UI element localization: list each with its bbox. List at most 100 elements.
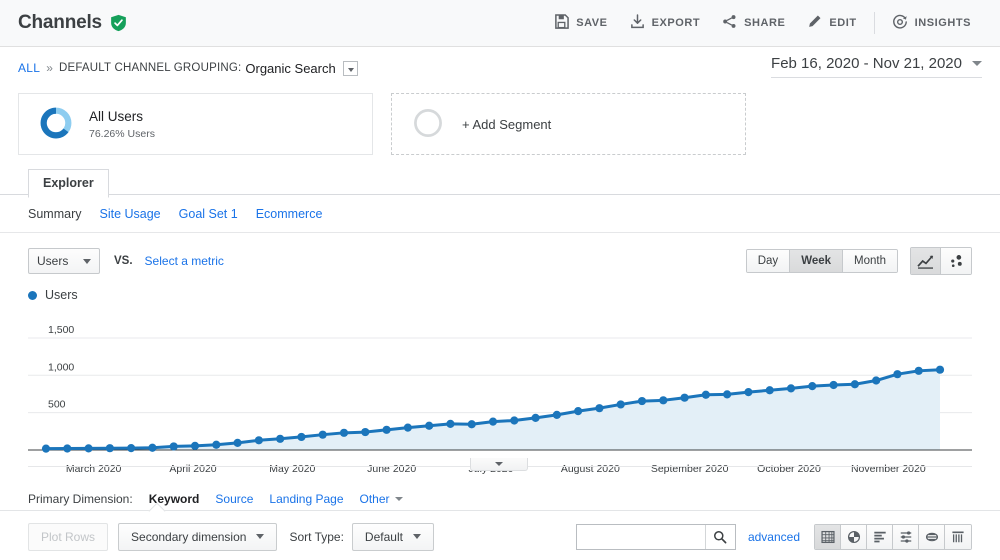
chevron-down-icon: [256, 534, 264, 539]
primary-dimension-source[interactable]: Source: [215, 492, 253, 506]
segment-name: All Users: [89, 109, 155, 125]
toolbar-divider: [874, 12, 875, 34]
chart-canvas: 500 1,000 1,500: [0, 313, 1000, 463]
legend-label: Users: [45, 288, 78, 302]
primary-dimension-landing-page[interactable]: Landing Page: [269, 492, 343, 506]
chart-right-controls: Day Week Month: [746, 247, 972, 275]
chevron-down-icon: [972, 61, 982, 66]
header-actions: SAVE EXPORT: [543, 8, 982, 39]
chart-collapse-toggle[interactable]: [470, 458, 528, 471]
segment-sub: 76.26% Users: [89, 128, 155, 140]
performance-view-icon[interactable]: [893, 525, 919, 549]
vs-label: VS.: [114, 255, 133, 267]
share-button[interactable]: SHARE: [711, 8, 796, 38]
breadcrumb-dimension-label: DEFAULT CHANNEL GROUPING:: [59, 62, 241, 74]
export-button[interactable]: EXPORT: [619, 8, 712, 38]
metric-select-value: Users: [37, 254, 68, 268]
advanced-link[interactable]: advanced: [748, 530, 800, 544]
segment-all-users[interactable]: All Users 76.26% Users: [18, 93, 373, 155]
primary-dimension-row: Primary Dimension: Keyword Source Landin…: [0, 488, 1000, 510]
breadcrumb-separator: »: [46, 61, 53, 75]
breadcrumb-dimension-value: Organic Search: [245, 61, 335, 76]
sort-type-select[interactable]: Default: [352, 523, 434, 551]
search-button[interactable]: [705, 525, 735, 549]
segment-text: All Users 76.26% Users: [89, 109, 155, 140]
edit-label: EDIT: [829, 17, 856, 29]
save-label: SAVE: [576, 17, 607, 29]
bar-view-icon[interactable]: [867, 525, 893, 549]
search-box[interactable]: [576, 524, 736, 550]
insights-button[interactable]: INSIGHTS: [881, 8, 982, 39]
title-group: Channels: [18, 12, 127, 34]
comparison-view-icon[interactable]: [919, 525, 945, 549]
edit-button[interactable]: EDIT: [796, 8, 867, 38]
plot-rows-button[interactable]: Plot Rows: [28, 523, 108, 551]
table-toolbar-right: advanced: [576, 524, 972, 550]
chart-controls: Users VS. Select a metric Day Week Month: [0, 237, 1000, 285]
empty-circle-icon: [410, 105, 446, 144]
tab-goal-set-1[interactable]: Goal Set 1: [179, 207, 238, 221]
subtab-row: Summary Site Usage Goal Set 1 Ecommerce: [0, 195, 1000, 233]
date-range-picker[interactable]: Feb 16, 2020 - Nov 21, 2020: [771, 55, 982, 78]
save-icon: [554, 14, 569, 32]
secondary-dimension-button[interactable]: Secondary dimension: [118, 523, 277, 551]
pie-view-icon[interactable]: [841, 525, 867, 549]
x-axis-label: September 2020: [651, 463, 729, 475]
tab-site-usage[interactable]: Site Usage: [99, 207, 160, 221]
save-button[interactable]: SAVE: [543, 8, 618, 38]
export-label: EXPORT: [652, 17, 701, 29]
plot-rows-label: Plot Rows: [41, 530, 95, 544]
chart-legend: Users: [0, 285, 1000, 305]
breadcrumb-all-link[interactable]: ALL: [18, 61, 40, 75]
search-icon: [713, 530, 727, 544]
tab-summary[interactable]: Summary: [28, 207, 81, 221]
secondary-dimension-label: Secondary dimension: [131, 530, 246, 544]
chevron-down-icon: [413, 534, 421, 539]
segments-row: All Users 76.26% Users + Add Segment: [0, 93, 1000, 155]
x-axis-label: August 2020: [561, 463, 620, 475]
explorer-tabbar: Explorer: [0, 169, 1000, 195]
line-chart-icon[interactable]: [911, 248, 941, 274]
breadcrumb-dropdown-button[interactable]: [343, 61, 358, 76]
table-view-icon[interactable]: [815, 525, 841, 549]
insights-label: INSIGHTS: [915, 17, 971, 29]
sort-type-value: Default: [365, 530, 403, 544]
tab-explorer[interactable]: Explorer: [28, 169, 109, 198]
granularity-week[interactable]: Week: [790, 250, 843, 272]
granularity-month[interactable]: Month: [843, 250, 897, 272]
share-nodes-icon: [722, 14, 737, 32]
tab-ecommerce[interactable]: Ecommerce: [256, 207, 323, 221]
add-segment-card[interactable]: + Add Segment: [391, 93, 746, 155]
svg-text:1,000: 1,000: [48, 361, 74, 373]
view-type-group: [814, 524, 972, 550]
chevron-down-icon: [83, 259, 91, 264]
search-input[interactable]: [577, 525, 705, 549]
shield-check-icon: [110, 14, 127, 32]
users-line-chart[interactable]: 500 1,000 1,500: [0, 313, 1000, 463]
metric-select[interactable]: Users: [28, 248, 100, 274]
add-segment-label: + Add Segment: [462, 117, 551, 132]
share-label: SHARE: [744, 17, 785, 29]
pencil-edit-icon: [807, 14, 822, 32]
select-a-metric-link[interactable]: Select a metric: [145, 254, 224, 268]
chart-type-toggle: [910, 247, 972, 275]
x-axis-label: November 2020: [851, 463, 926, 475]
x-axis-label: May 2020: [269, 463, 315, 475]
svg-text:1,500: 1,500: [48, 324, 74, 336]
legend-color-dot: [28, 291, 37, 300]
date-range-text: Feb 16, 2020 - Nov 21, 2020: [771, 55, 962, 72]
motion-chart-icon[interactable]: [941, 248, 971, 274]
x-axis-label: October 2020: [757, 463, 821, 475]
primary-dimension-other[interactable]: Other: [360, 492, 403, 506]
export-download-icon: [630, 14, 645, 32]
granularity-toggle: Day Week Month: [746, 249, 898, 273]
analytics-report-page: Channels SAVE: [0, 0, 1000, 560]
pivot-view-icon[interactable]: [945, 525, 971, 549]
granularity-day[interactable]: Day: [747, 250, 790, 272]
chevron-down-icon: [395, 497, 403, 501]
donut-chart-icon: [37, 104, 75, 145]
primary-dimension-label: Primary Dimension:: [28, 492, 133, 506]
table-toolbar: Plot Rows Secondary dimension Sort Type:…: [0, 513, 1000, 560]
primary-dimension-other-label: Other: [360, 492, 390, 506]
svg-text:500: 500: [48, 399, 66, 411]
